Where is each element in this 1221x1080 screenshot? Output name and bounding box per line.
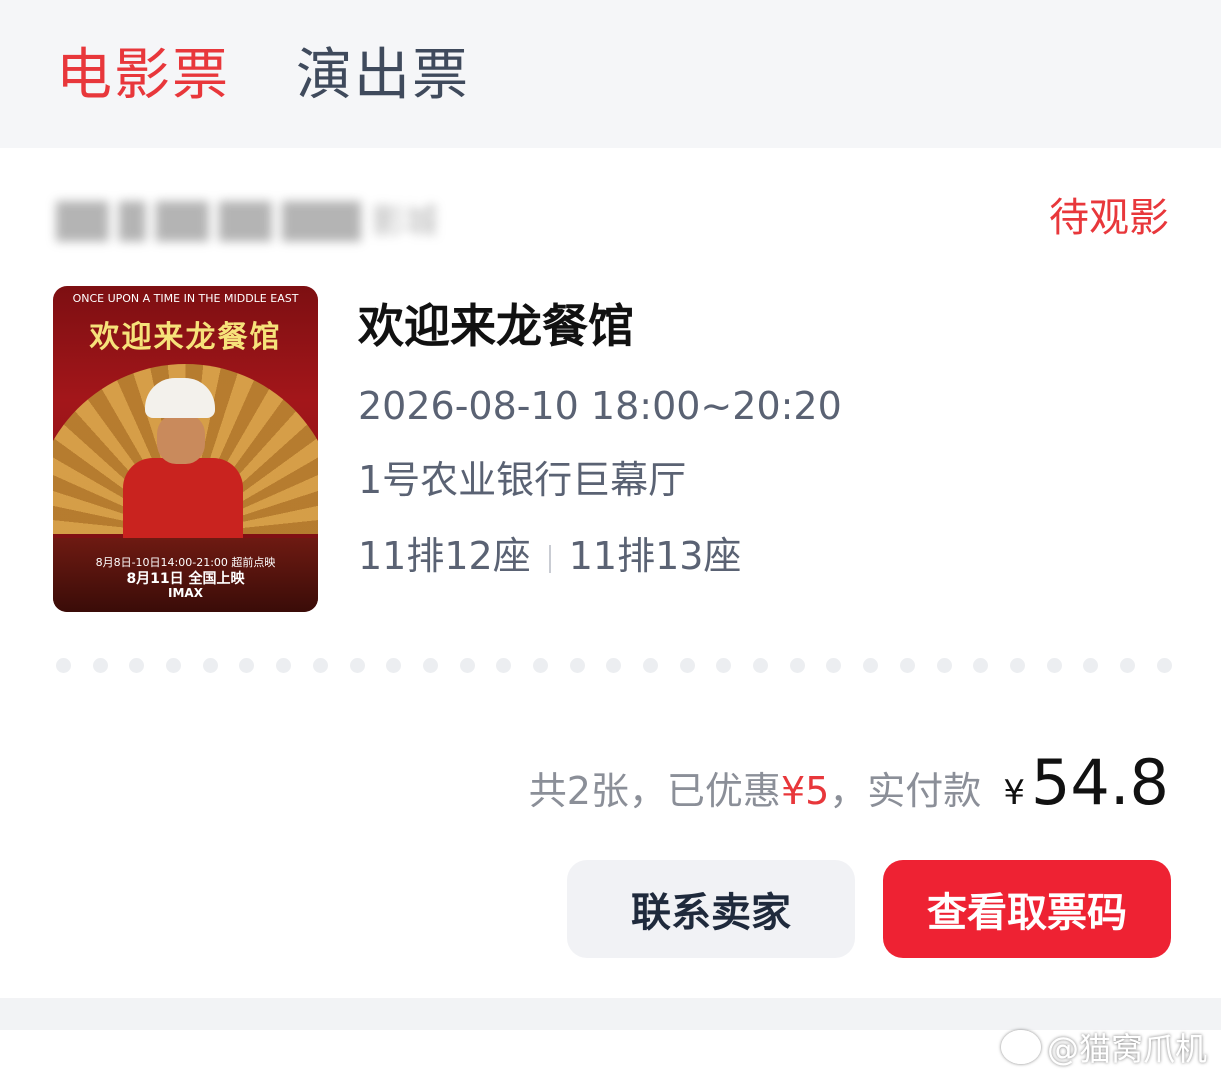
ticket-count-text: 共2张，已优惠 <box>528 769 781 813</box>
seat-item: 11排13座 <box>568 534 742 578</box>
payment-summary: 共2张，已优惠 ¥5 ，实付款 ¥ 54.8 <box>528 746 1169 819</box>
showtime: 2026-08-10 18:00~20:20 <box>358 384 842 428</box>
watermark-text: @猫窝爪机 <box>1046 1030 1207 1068</box>
paid-amount: 54.8 <box>1030 746 1169 819</box>
movie-title: 欢迎来龙餐馆 <box>358 299 634 353</box>
currency-symbol: ¥ <box>1003 773 1025 813</box>
poster-chef-face <box>157 414 205 464</box>
poster-release-date: 8月11日 全国上映 <box>126 571 245 587</box>
paid-label: ，实付款 <box>829 769 982 813</box>
weibo-icon <box>1000 1030 1041 1064</box>
tab-movie-tickets[interactable]: 电影票 <box>56 40 230 112</box>
hall-name: 1号农业银行巨幕厅 <box>358 458 687 502</box>
poster-tagline: ONCE UPON A TIME IN THE MIDDLE EAST <box>72 292 299 305</box>
watermark: @猫窝爪机 <box>1000 1024 1207 1070</box>
movie-poster[interactable]: ONCE UPON A TIME IN THE MIDDLE EAST 欢迎来龙… <box>53 286 318 612</box>
poster-title: 欢迎来龙餐馆 <box>89 320 282 355</box>
order-card[interactable]: ██ █ ██ ██ ███ 影城 待观影 ONCE UPON A TIME I… <box>0 148 1221 998</box>
discount-amount: ¥5 <box>780 769 830 813</box>
contact-seller-button[interactable]: 联系卖家 <box>567 860 855 958</box>
ticket-type-tabs: 电影票 演出票 <box>0 0 1221 148</box>
seat-item: 11排12座 <box>358 534 531 578</box>
poster-imax-logo: IMAX <box>168 586 203 600</box>
tab-show-tickets[interactable]: 演出票 <box>296 40 470 112</box>
view-ticket-code-button[interactable]: 查看取票码 <box>883 860 1171 958</box>
order-status: 待观影 <box>1049 195 1169 241</box>
perforation-divider <box>56 658 1172 674</box>
seat-list: 11排12座 11排13座 <box>358 530 741 582</box>
cinema-name-blurred: ██ █ ██ ██ ███ 影城 <box>56 202 436 242</box>
seat-separator <box>548 544 551 573</box>
